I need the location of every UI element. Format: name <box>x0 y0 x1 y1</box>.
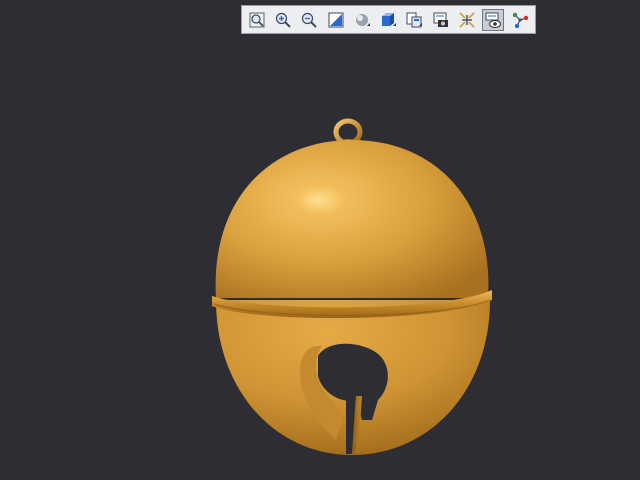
view-cube-icon <box>382 12 397 26</box>
zoom-in-button[interactable] <box>272 9 294 31</box>
connection-icon <box>512 12 528 28</box>
view-orientation-button[interactable] <box>377 9 399 31</box>
visibility-button[interactable] <box>482 8 505 31</box>
snapshot-button[interactable] <box>430 9 452 31</box>
explode-icon <box>459 11 475 28</box>
view-toolbar <box>241 5 536 34</box>
view-layout-button[interactable] <box>404 9 426 31</box>
view-layout-icon <box>406 12 423 27</box>
bell-model[interactable] <box>0 0 640 480</box>
connection-button[interactable] <box>509 9 531 31</box>
3d-viewport[interactable] <box>0 0 640 480</box>
visibility-icon <box>485 12 502 28</box>
zoom-out-button[interactable] <box>299 9 321 31</box>
explode-button[interactable] <box>456 9 478 31</box>
zoom-in-icon <box>276 12 291 28</box>
zoom-window-icon <box>328 12 344 27</box>
zoom-fit-icon <box>249 12 265 27</box>
zoom-out-icon <box>302 12 318 28</box>
shading-button[interactable] <box>351 9 373 31</box>
zoom-fit-button[interactable] <box>246 9 268 31</box>
bell-upper-dome <box>215 140 489 298</box>
shading-icon <box>355 13 370 26</box>
snapshot-icon <box>433 12 448 27</box>
zoom-window-button[interactable] <box>325 9 347 31</box>
